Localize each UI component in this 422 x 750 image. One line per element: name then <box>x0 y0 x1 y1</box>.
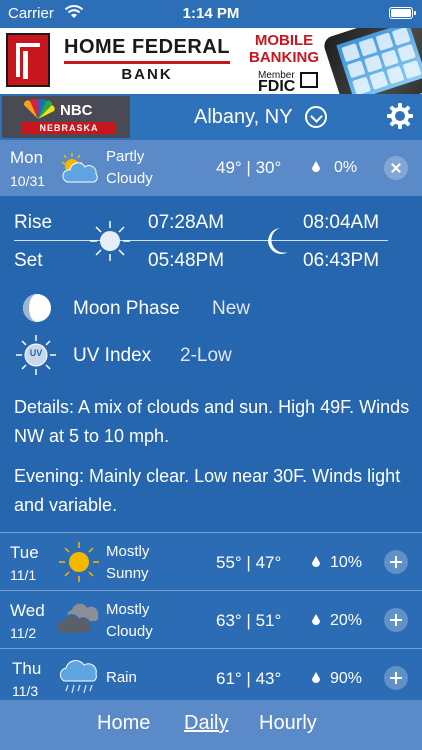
tab-daily[interactable]: Daily <box>184 712 228 735</box>
date-label: 11/1 <box>10 567 37 583</box>
tab-home[interactable]: Home <box>97 712 150 735</box>
status-bar: Carrier 1:14 PM <box>0 0 422 28</box>
nbc-text: NBC <box>60 102 93 119</box>
condition-line2: Sunny <box>106 565 149 582</box>
mobile-banking-text: MOBILE BANKING <box>243 32 325 66</box>
date-label: 10/31 <box>10 173 46 189</box>
rain-icon <box>59 660 97 694</box>
day-label: Mon <box>10 148 44 167</box>
sunset-time: 05:48PM <box>148 250 225 271</box>
clock: 1:14 PM <box>182 5 240 22</box>
day-row-thu[interactable]: Thu 11/3 Rain 61° | 43° 90% <box>0 648 422 706</box>
condition-line1: Partly <box>106 148 145 165</box>
peacock-icon <box>23 99 55 119</box>
condition-line1: Rain <box>106 669 137 686</box>
temperature-range: 63° | 51° <box>216 611 282 630</box>
station-logo: NBC NEBRASKA <box>2 96 130 138</box>
uv-icon-text: UV <box>29 348 43 358</box>
tab-bar: Home Daily Hourly <box>0 700 422 750</box>
precip-chance: 10% <box>330 554 363 571</box>
bank-name-line1: HOME FEDERAL <box>64 36 230 58</box>
fdic-text: FDIC <box>258 78 296 94</box>
moon-phase-value: New <box>212 298 251 319</box>
expand-button[interactable] <box>384 608 408 632</box>
raindrop-icon <box>312 556 320 567</box>
sun-moon-divider <box>14 240 388 241</box>
moonrise-time: 08:04AM <box>303 212 380 233</box>
banking-line: BANKING <box>249 49 319 66</box>
uv-index-value: 2-Low <box>180 345 232 366</box>
moon-phase-label: Moon Phase <box>73 298 180 319</box>
day-row-today[interactable]: Mon 10/31 Partly Cloudy 49° | 30° 0% <box>0 140 422 196</box>
battery-icon <box>389 7 416 19</box>
date-label: 11/3 <box>12 683 39 699</box>
day-label: Tue <box>10 543 39 562</box>
tab-hourly[interactable]: Hourly <box>259 712 317 735</box>
raindrop-icon <box>312 614 320 625</box>
temperature-range: 61° | 43° <box>216 669 282 688</box>
condition-label: Partly Cloudy <box>106 146 153 190</box>
precip-chance: 20% <box>330 612 363 629</box>
condition-line2: Cloudy <box>106 623 153 640</box>
equal-housing-icon <box>300 72 318 88</box>
day-label: Wed <box>10 601 45 620</box>
precip-chance: 0% <box>334 159 358 176</box>
moonset-time: 06:43PM <box>303 250 380 271</box>
ad-banner[interactable]: HOME FEDERAL BANK MOBILE BANKING Member … <box>0 28 422 94</box>
uv-icon: UV <box>14 333 58 377</box>
collapse-button[interactable] <box>384 156 408 180</box>
raindrop-icon <box>312 672 320 683</box>
condition-line1: Mostly <box>106 601 150 618</box>
temperature-range: 55° | 47° <box>216 553 282 572</box>
phone-image <box>321 28 422 94</box>
sun-icon <box>90 221 130 261</box>
bank-name: HOME FEDERAL BANK <box>58 36 236 83</box>
condition-label: Rain <box>106 667 137 689</box>
nebraska-text: NEBRASKA <box>22 122 116 134</box>
day-label: Thu <box>12 659 42 678</box>
temperature-range: 49° | 30° <box>216 158 282 177</box>
bank-logo <box>6 33 50 87</box>
condition-line2: Cloudy <box>106 170 153 187</box>
condition-label: Mostly Cloudy <box>106 599 153 643</box>
condition-label: Mostly Sunny <box>106 541 149 585</box>
day-row-wed[interactable]: Wed 11/2 Mostly Cloudy 63° | 51° 20% <box>0 590 422 648</box>
details-text: Details: A mix of clouds and sun. High 4… <box>14 397 410 446</box>
precip-chance: 90% <box>330 670 363 687</box>
evening-text: Evening: Mainly clear. Low near 30F. Win… <box>14 466 401 515</box>
rise-label: Rise <box>14 212 53 233</box>
expand-button[interactable] <box>384 550 408 574</box>
moon-icon <box>268 228 288 254</box>
raindrop-icon <box>312 161 320 172</box>
set-label: Set <box>14 250 43 271</box>
location-dropdown-icon[interactable] <box>305 106 327 128</box>
expand-button[interactable] <box>384 666 408 690</box>
sunrise-time: 07:28AM <box>148 212 225 233</box>
uv-index-label: UV Index <box>73 345 152 366</box>
mobile-line: MOBILE <box>254 32 314 49</box>
date-label: 11/2 <box>10 625 37 641</box>
sun-icon <box>59 542 99 582</box>
bank-name-line2: BANK <box>121 66 173 83</box>
day-row-tue[interactable]: Tue 11/1 Mostly Sunny 55° | 47° 10% <box>0 532 422 590</box>
cloudy-icon <box>56 603 99 634</box>
location-label[interactable]: Albany, NY <box>194 106 293 129</box>
partly-cloudy-icon <box>61 153 98 183</box>
gear-icon[interactable] <box>386 102 414 130</box>
moon-phase-icon <box>23 294 51 322</box>
condition-line1: Mostly <box>106 543 150 560</box>
